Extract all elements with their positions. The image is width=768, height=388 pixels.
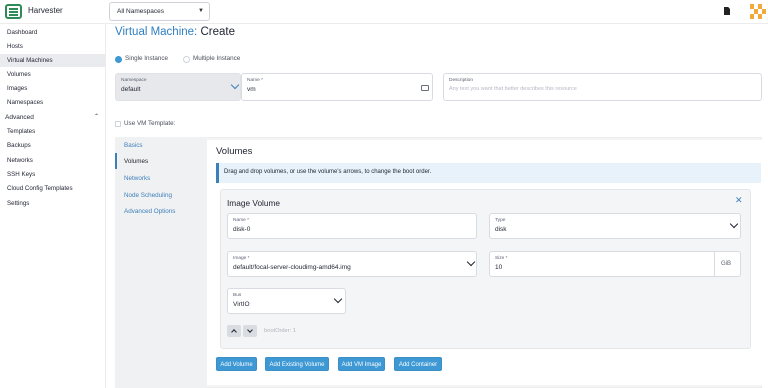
volume-image-select[interactable]: Image * default/focal-server-cloudimg-am… (227, 251, 477, 277)
sidebar-group-label: Advanced (5, 114, 34, 121)
image-volume-title: Image Volume (227, 198, 281, 208)
keyboard-icon (421, 85, 429, 91)
tab-networks[interactable]: Networks (124, 175, 150, 182)
tab-node-scheduling[interactable]: Node Scheduling (124, 192, 172, 199)
description-field[interactable]: Description Any text you want that bette… (443, 73, 762, 101)
description-label: Description (449, 78, 473, 83)
tab-volumes[interactable]: Volumes (124, 158, 148, 165)
page-title-action: Create (200, 26, 235, 38)
boot-order-label: bootOrder: 1 (264, 328, 296, 334)
sidebar-group-advanced[interactable]: Advanced ⌃ (0, 111, 105, 124)
sidebar-item-hosts[interactable]: Hosts (0, 40, 105, 53)
add-volume-button[interactable]: Add Volume (216, 357, 257, 371)
namespace-label: Namespace (121, 78, 147, 83)
sidebar-item-namespaces[interactable]: Namespaces (0, 96, 105, 109)
top-bar: Harvester All Namespaces ▼ (0, 0, 768, 24)
volumes-heading: Volumes (216, 146, 253, 157)
sidebar-item-ssh-keys[interactable]: SSH Keys (0, 168, 105, 181)
namespace-select[interactable]: Namespace default (115, 73, 241, 101)
active-tab-indicator (115, 153, 117, 169)
app-name: Harvester (28, 6, 63, 15)
chevron-down-icon (247, 327, 253, 333)
page-title-prefix[interactable]: Virtual Machine: (115, 26, 197, 38)
volume-image-value: default/focal-server-cloudimg-amd64.img (233, 264, 351, 271)
page-title: Virtual Machine: Create (115, 26, 235, 38)
volume-bus-select[interactable]: Bus VirtIO (227, 288, 346, 314)
chevron-down-icon: ▼ (198, 8, 204, 14)
size-unit: GiB (714, 251, 741, 277)
volume-name-label: Name * (233, 218, 249, 223)
name-field[interactable]: Name * vm (241, 73, 433, 101)
volume-size-value: 10 (495, 264, 503, 271)
namespace-value: default (121, 86, 141, 93)
vm-config-tabs: Basics Volumes Networks Node Scheduling … (115, 137, 207, 388)
add-vm-image-button[interactable]: Add VM Image (338, 357, 385, 371)
volume-name-field[interactable]: Name * disk-0 (227, 213, 477, 239)
multiple-instance-radio[interactable] (183, 56, 190, 63)
add-container-button[interactable]: Add Container (394, 357, 442, 371)
use-vm-template-label: Use VM Template: (124, 120, 176, 127)
volume-type-label: Type (495, 218, 506, 223)
description-placeholder: Any text you want that better describes … (449, 86, 577, 92)
sidebar-item-settings[interactable]: Settings (0, 197, 105, 210)
tab-basics[interactable]: Basics (124, 142, 143, 149)
chevron-down-icon (333, 294, 343, 304)
sidebar-item-templates[interactable]: Templates (0, 125, 105, 138)
avatar[interactable] (750, 4, 766, 19)
sidebar-item-virtual-machines[interactable]: Virtual Machines (0, 54, 105, 67)
use-vm-template-checkbox[interactable] (115, 121, 121, 127)
document-icon[interactable] (724, 7, 730, 15)
harvester-logo-icon[interactable] (5, 4, 22, 19)
move-up-button[interactable] (227, 325, 241, 337)
sidebar-item-images[interactable]: Images (0, 82, 105, 95)
info-banner: Drag and drop volumes, or use the volume… (216, 163, 761, 183)
volume-bus-label: Bus (233, 293, 242, 298)
namespace-filter-value: All Namespaces (117, 8, 164, 15)
close-icon[interactable]: ✕ (735, 195, 743, 206)
sidebar-item-backups[interactable]: Backups (0, 139, 105, 152)
single-instance-radio[interactable] (115, 56, 122, 63)
volume-size-field[interactable]: Size * 10 (489, 251, 741, 277)
single-instance-label: Single Instance (125, 55, 169, 62)
volume-image-label: Image * (233, 256, 250, 261)
chevron-up-icon (231, 329, 237, 335)
info-banner-text: Drag and drop volumes, or use the volume… (224, 169, 432, 175)
chevron-down-icon (729, 219, 739, 229)
sidebar-item-networks[interactable]: Networks (0, 154, 105, 167)
tab-advanced-options[interactable]: Advanced Options (124, 208, 175, 215)
name-label: Name * (247, 78, 263, 83)
move-down-button[interactable] (243, 325, 257, 337)
sidebar: Dashboard Hosts Virtual Machines Volumes… (0, 24, 106, 388)
add-existing-volume-button[interactable]: Add Existing Volume (265, 357, 329, 371)
volume-type-value: disk (495, 226, 507, 233)
volume-size-label: Size * (495, 256, 508, 261)
volume-name-value: disk-0 (233, 226, 251, 233)
chevron-down-icon (230, 80, 240, 90)
volume-type-select[interactable]: Type disk (489, 213, 741, 239)
chevron-up-icon: ⌃ (93, 114, 99, 120)
name-value: vm (247, 86, 256, 93)
volume-bus-value: VirtIO (233, 301, 250, 308)
sidebar-item-volumes[interactable]: Volumes (0, 68, 105, 81)
chevron-down-icon (466, 257, 476, 267)
sidebar-item-dashboard[interactable]: Dashboard (0, 26, 105, 39)
sidebar-item-cloud-config-templates[interactable]: Cloud Config Templates (0, 182, 105, 195)
namespace-filter-select[interactable]: All Namespaces ▼ (109, 2, 210, 21)
multiple-instance-label: Multiple Instance (193, 55, 241, 62)
